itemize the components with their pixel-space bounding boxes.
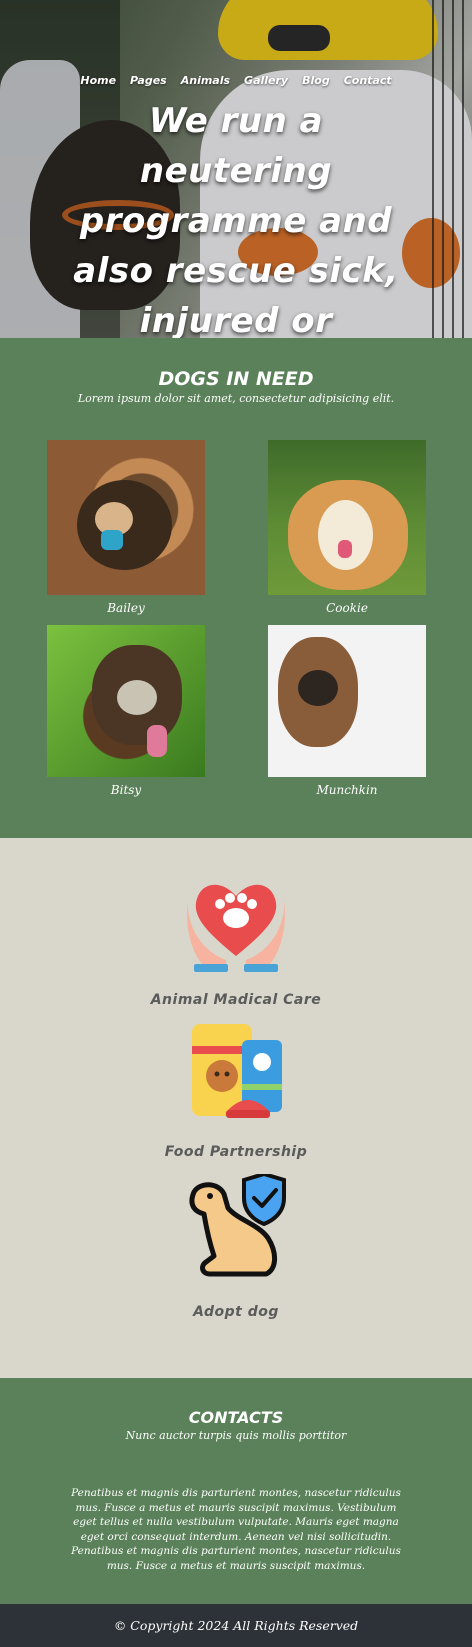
dogs-section-subtitle: Lorem ipsum dolor sit amet, consectetur …: [77, 392, 395, 405]
dog-photo[interactable]: [47, 625, 205, 777]
dog-name: Cookie: [326, 601, 368, 615]
dog-card-cookie[interactable]: Cookie: [268, 440, 426, 615]
dog-card-bailey[interactable]: Bailey: [47, 440, 205, 615]
dog-photo-tongue: [147, 725, 167, 757]
service-label: Adopt dog: [193, 1304, 279, 1320]
service-medical-care: Animal Madical Care: [0, 868, 472, 1008]
dog-photo-muzzle: [101, 530, 123, 550]
dog-name: Bitsy: [110, 783, 142, 797]
main-nav: Home Pages Animals Gallery Blog Contact: [0, 74, 472, 87]
hero-section: Home Pages Animals Gallery Blog Contact …: [0, 0, 472, 338]
dog-photo[interactable]: [268, 625, 426, 777]
dog-photo[interactable]: [268, 440, 426, 595]
service-adopt-dog: Adopt dog: [0, 1174, 472, 1320]
dogs-section-title: DOGS IN NEED: [158, 368, 314, 390]
footer: © Copyright 2024 All Rights Reserved: [0, 1604, 472, 1647]
heart-paw-hands-icon: [187, 884, 285, 972]
contacts-subtitle: Nunc auctor turpis quis mollis porttitor: [125, 1429, 347, 1442]
dog-card-munchkin[interactable]: Munchkin: [268, 625, 426, 797]
services-section: Animal Madical Care Food Partnership Ado…: [0, 838, 472, 1378]
nav-gallery[interactable]: Gallery: [244, 74, 288, 87]
dog-shield-icon: [189, 1174, 286, 1277]
nav-home[interactable]: Home: [80, 74, 116, 87]
nav-pages[interactable]: Pages: [130, 74, 167, 87]
dog-photo-shape: [318, 500, 373, 570]
dog-name: Munchkin: [316, 783, 378, 797]
dog-photo-shape: [298, 670, 338, 706]
dog-photo-tongue: [338, 540, 352, 558]
contacts-title: CONTACTS: [188, 1408, 284, 1427]
nav-animals[interactable]: Animals: [181, 74, 230, 87]
dog-photo[interactable]: [47, 440, 205, 595]
dog-card-bitsy[interactable]: Bitsy: [47, 625, 205, 797]
contacts-body-text: Penatibus et magnis dis parturient monte…: [71, 1487, 401, 1572]
dog-name: Bailey: [107, 601, 145, 615]
contacts-section: CONTACTS Nunc auctor turpis quis mollis …: [0, 1378, 472, 1604]
dogs-in-need-section: DOGS IN NEED Lorem ipsum dolor sit amet,…: [0, 338, 472, 838]
copyright-text: © Copyright 2024 All Rights Reserved: [113, 1618, 359, 1633]
nav-blog[interactable]: Blog: [302, 74, 330, 87]
service-food-partnership: Food Partnership: [0, 1018, 472, 1160]
nav-contact[interactable]: Contact: [344, 74, 392, 87]
hero-title: We run a neutering programme and also re…: [73, 101, 399, 338]
service-label: Food Partnership: [164, 1144, 308, 1160]
dog-photo-shape: [117, 680, 157, 715]
pet-food-icon: [192, 1024, 282, 1118]
service-label: Animal Madical Care: [150, 992, 322, 1008]
